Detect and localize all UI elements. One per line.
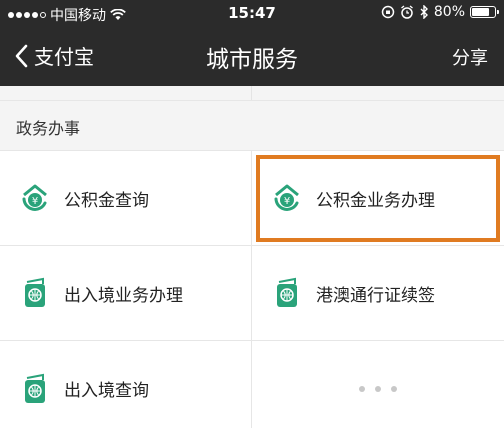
service-grid: ¥ 公积金查询 ¥ 公积金业务办理 出入境业务办理 港澳通行证续签 出入境查询 — [0, 150, 504, 428]
battery-fill — [472, 8, 490, 16]
svg-text:¥: ¥ — [284, 196, 290, 207]
alarm-icon — [400, 5, 413, 19]
service-label: 公积金查询 — [64, 190, 149, 211]
previous-section-strip — [0, 86, 504, 100]
navigation-bar: 支付宝 城市服务 分享 — [0, 26, 504, 86]
passport-icon — [277, 277, 297, 307]
passport-icon — [25, 373, 45, 403]
more-placeholder — [252, 341, 504, 428]
page-title: 城市服务 — [206, 47, 298, 73]
status-right: 80% — [381, 4, 499, 20]
bluetooth-icon — [420, 5, 428, 19]
svg-text:¥: ¥ — [32, 196, 38, 207]
service-label: 出入境查询 — [64, 381, 149, 401]
section-header: 政务办事 — [0, 100, 504, 150]
service-label: 公积金业务办理 — [316, 190, 435, 211]
service-exit-entry-query[interactable]: 出入境查询 — [0, 341, 252, 428]
service-fund-business[interactable]: ¥ 公积金业务办理 — [252, 151, 504, 246]
more-dots-icon — [252, 385, 504, 392]
service-hk-macau-permit-renewal[interactable]: 港澳通行证续签 — [252, 246, 504, 341]
battery-icon — [470, 6, 499, 18]
fund-icon: ¥ — [274, 184, 299, 211]
service-fund-query[interactable]: ¥ 公积金查询 — [0, 151, 252, 246]
city-services-screen: 中国移动 15:47 80% 支付宝 城市服务 分享 政务办事 ¥ 公积金查询 … — [0, 0, 504, 428]
rotation-lock-icon — [381, 5, 395, 19]
service-label: 出入境业务办理 — [64, 285, 183, 306]
section-title: 政务办事 — [16, 119, 81, 138]
share-button[interactable]: 分享 — [452, 44, 488, 70]
status-bar: 中国移动 15:47 80% — [0, 0, 504, 26]
service-exit-entry-business[interactable]: 出入境业务办理 — [0, 246, 252, 341]
fund-icon: ¥ — [22, 184, 47, 211]
battery-percent: 80% — [433, 4, 465, 20]
passport-icon — [25, 277, 45, 307]
service-label: 港澳通行证续签 — [316, 285, 435, 306]
